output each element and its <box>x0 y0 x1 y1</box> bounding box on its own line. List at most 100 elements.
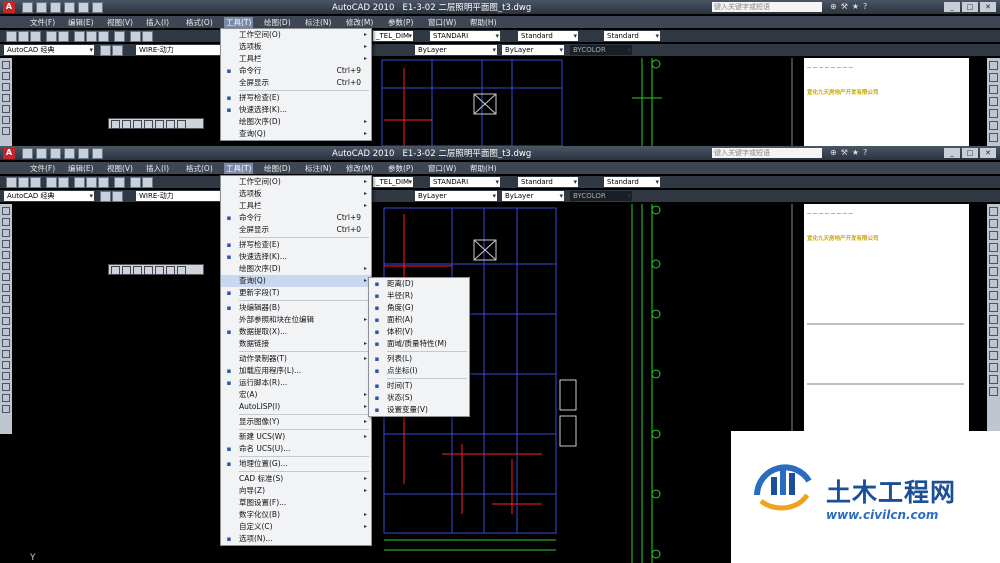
stretch-icon[interactable] <box>989 303 998 312</box>
tools-menu-top-item[interactable]: 工具栏 ▸ <box>221 53 371 65</box>
array-icon[interactable] <box>989 109 998 118</box>
tools-menu-item[interactable]: 绘图次序(D) ▸ <box>221 263 371 275</box>
hatch-icon[interactable] <box>2 361 10 369</box>
menu-format[interactable]: 格式(O) <box>186 163 213 174</box>
new-icon[interactable] <box>6 177 17 188</box>
gradient-icon[interactable] <box>2 372 10 380</box>
arc-icon[interactable] <box>2 116 10 124</box>
undo-icon[interactable] <box>130 31 141 42</box>
tools-menu-top-item[interactable]: ▪ 命令行 Ctrl+9 <box>221 65 371 77</box>
restore-icon[interactable]: □ <box>962 2 978 12</box>
copy-object-icon[interactable] <box>989 73 998 82</box>
close-icon[interactable]: ✕ <box>980 148 996 158</box>
mleaderstyle-combo[interactable]: Standard <box>604 31 660 41</box>
offset-icon[interactable] <box>989 97 998 106</box>
menu-draw[interactable]: 绘图(D) <box>264 17 291 28</box>
spline-icon[interactable] <box>2 295 10 303</box>
view-icon[interactable] <box>133 120 142 129</box>
undo-icon[interactable] <box>64 148 75 159</box>
tools-menu-item[interactable]: 自定义(C) ▸ <box>221 521 371 533</box>
inquiry-submenu-item[interactable]: ▪ 体积(V) <box>369 326 469 338</box>
view-icon[interactable] <box>144 120 153 129</box>
inquiry-submenu-item[interactable]: ▪ 角度(G) <box>369 302 469 314</box>
chamfer-icon[interactable] <box>989 363 998 372</box>
inquiry-submenu-item[interactable]: ▪ 距离(D) <box>369 278 469 290</box>
linetype-combo[interactable]: ByLayer <box>415 45 497 55</box>
inquiry-submenu-item[interactable]: ▪ 设置变量(V) <box>369 404 469 416</box>
rotate-icon[interactable] <box>989 133 998 142</box>
paste-icon[interactable] <box>98 177 109 188</box>
menu-view[interactable]: 视图(V) <box>107 163 133 174</box>
mleaderstyle-combo[interactable]: Standard <box>604 177 660 187</box>
join-icon[interactable] <box>989 351 998 360</box>
minimize-icon[interactable]: _ <box>944 2 960 12</box>
move-icon[interactable] <box>989 121 998 130</box>
new-icon[interactable] <box>6 31 17 42</box>
open-file-icon[interactable] <box>36 148 47 159</box>
open-icon[interactable] <box>18 177 29 188</box>
tools-menu-item[interactable]: ▪ 地理位置(G)... <box>221 458 371 470</box>
menu-file[interactable]: 文件(F) <box>30 163 55 174</box>
cut-icon[interactable] <box>74 177 85 188</box>
preview-icon[interactable] <box>58 31 69 42</box>
menu-dimension[interactable]: 标注(N) <box>305 163 331 174</box>
break-icon[interactable] <box>989 339 998 348</box>
plot-icon[interactable] <box>92 148 103 159</box>
scale-icon[interactable] <box>989 291 998 300</box>
view-icon[interactable] <box>155 120 164 129</box>
tools-menu-item[interactable]: ▪ 数据提取(X)... <box>221 326 371 338</box>
paste-icon[interactable] <box>98 31 109 42</box>
mirror-icon[interactable] <box>989 231 998 240</box>
undo-icon[interactable] <box>130 177 141 188</box>
star-icon[interactable]: ★ <box>852 148 859 158</box>
plotstyle-combo[interactable]: BYCOLOR <box>570 45 632 55</box>
menu-help[interactable]: 帮助(H) <box>470 17 497 28</box>
menu-tools[interactable]: 工具(T) <box>224 17 254 28</box>
menu-dimension[interactable]: 标注(N) <box>305 17 331 28</box>
revcloud-icon[interactable] <box>2 284 10 292</box>
layer-combo[interactable]: WIRE-动力 <box>136 191 226 201</box>
redo-icon[interactable] <box>142 177 153 188</box>
autocad-logo-icon[interactable]: A <box>3 147 15 159</box>
cut-icon[interactable] <box>74 31 85 42</box>
save-icon[interactable] <box>50 148 61 159</box>
workspace-combo[interactable]: AutoCAD 经典 <box>4 45 94 55</box>
tools-menu-item[interactable]: 选项板 ▸ <box>221 188 371 200</box>
rotate-icon[interactable] <box>989 279 998 288</box>
view-icon[interactable] <box>122 266 131 275</box>
print-icon[interactable] <box>46 31 57 42</box>
preview-icon[interactable] <box>58 177 69 188</box>
tools-menu-item[interactable]: 草图设置(F)... <box>221 497 371 509</box>
binoculars-icon[interactable]: ⊕ <box>830 2 837 12</box>
drawing-canvas[interactable]: — — — — — — — — 宣化九天房地产开发有限公司 <box>12 58 987 146</box>
ellipse-arc-icon[interactable] <box>2 317 10 325</box>
open-icon[interactable] <box>18 31 29 42</box>
view-icon[interactable] <box>111 120 120 129</box>
workspace-combo[interactable]: AutoCAD 经典 <box>4 191 94 201</box>
star-icon[interactable]: ★ <box>852 2 859 12</box>
mtext-icon[interactable] <box>2 405 10 413</box>
tools-menu-top-item[interactable]: 选项板 ▸ <box>221 41 371 53</box>
view-icon[interactable] <box>111 266 120 275</box>
move-icon[interactable] <box>989 267 998 276</box>
view-icon[interactable] <box>166 266 175 275</box>
tools-menu-item[interactable]: ▪ 更新字段(T) <box>221 287 371 299</box>
table-icon[interactable] <box>2 394 10 402</box>
new-file-icon[interactable] <box>22 148 33 159</box>
tools-menu-item[interactable]: 显示图像(Y) ▸ <box>221 416 371 428</box>
view-icon[interactable] <box>177 266 186 275</box>
tools-menu-item[interactable]: 外部参照和块在位编辑 ▸ <box>221 314 371 326</box>
new-file-icon[interactable] <box>22 2 33 13</box>
copy-object-icon[interactable] <box>989 219 998 228</box>
redo-icon[interactable] <box>142 31 153 42</box>
tools-menu-item[interactable]: 工具栏 ▸ <box>221 200 371 212</box>
dimstyle-combo[interactable]: _TEL_DIM <box>373 31 413 41</box>
inquiry-submenu-item[interactable]: ▪ 点坐标(I) <box>369 365 469 377</box>
arc-icon[interactable] <box>2 262 10 270</box>
view-icon[interactable] <box>144 266 153 275</box>
tools-icon[interactable]: ⚒ <box>841 2 848 12</box>
tools-menu-item[interactable]: 数字化仪(B) ▸ <box>221 509 371 521</box>
explode-icon[interactable] <box>989 387 998 396</box>
tools-menu-top-item[interactable]: 工作空间(O) ▸ <box>221 29 371 41</box>
print-icon[interactable] <box>46 177 57 188</box>
